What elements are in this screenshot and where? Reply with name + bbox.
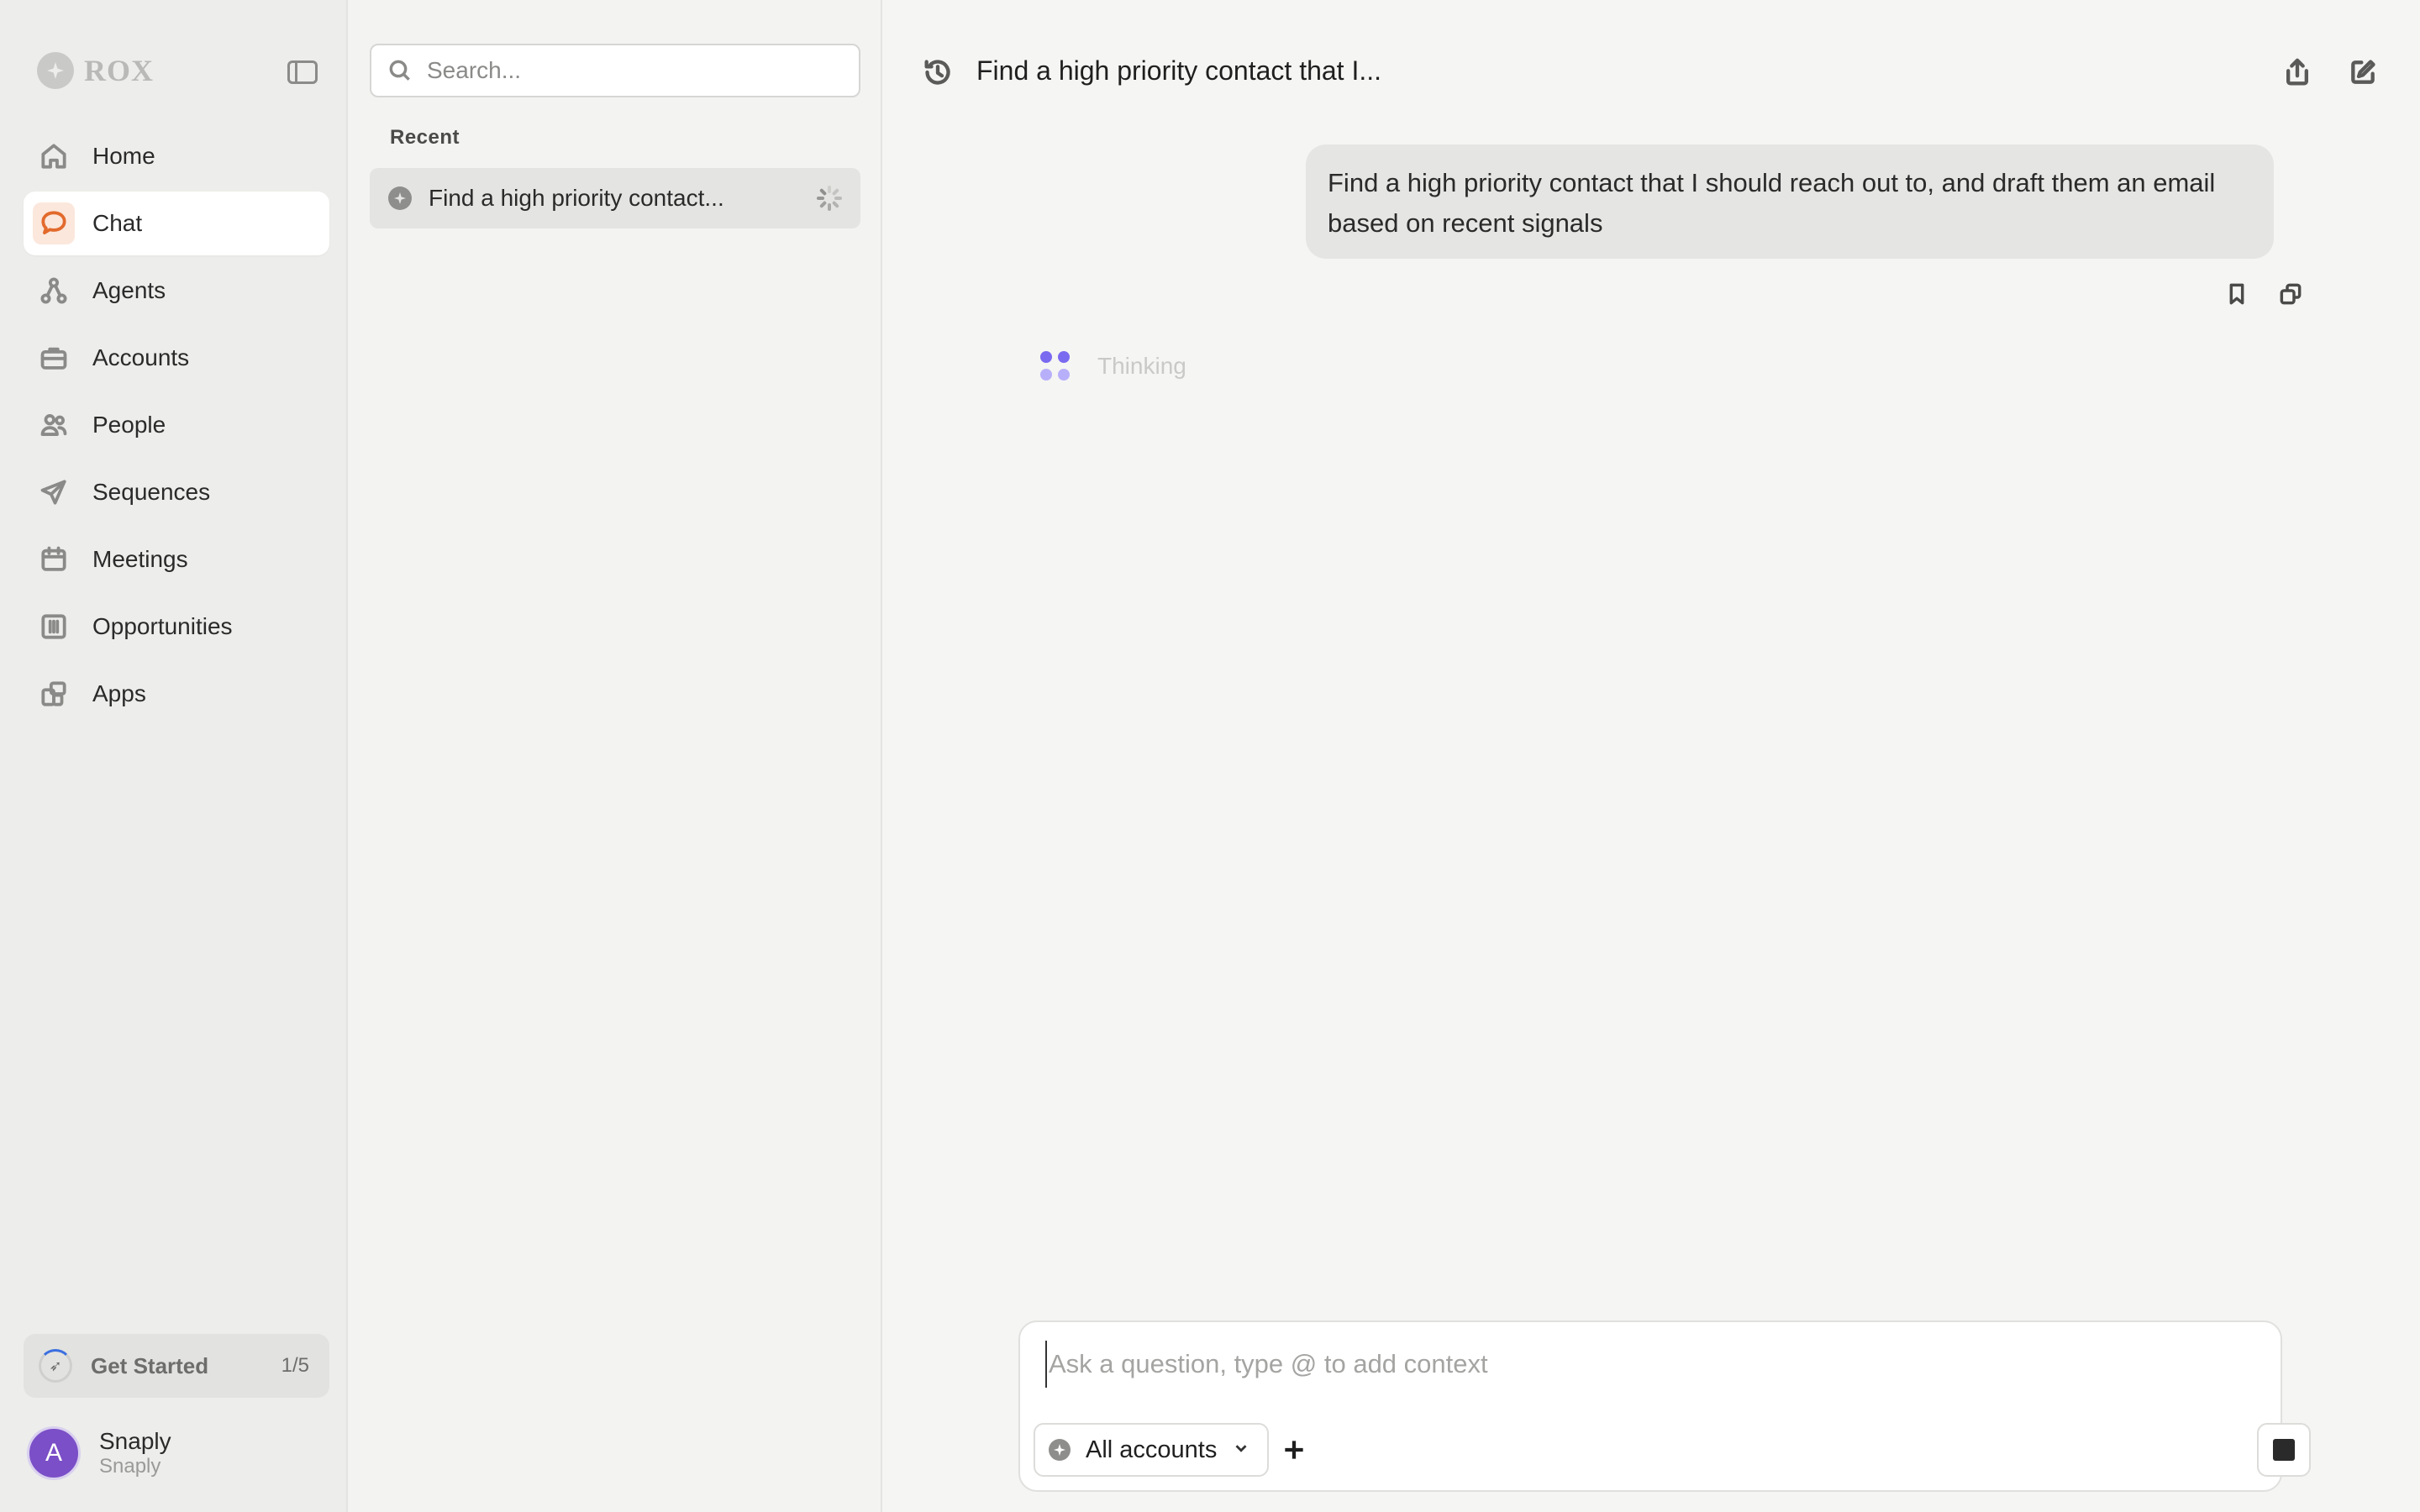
chat-input[interactable] [1045, 1341, 2238, 1388]
people-icon [37, 408, 71, 442]
recent-heading: Recent [390, 126, 460, 149]
sidebar-item-sequences[interactable]: Sequences [24, 460, 329, 524]
chat-bubble-icon [33, 202, 75, 244]
get-started-label: Get Started [91, 1352, 209, 1378]
chat-history-panel: Recent Find a high priority contact... [348, 0, 882, 1512]
sidebar-item-label: Apps [92, 680, 146, 706]
add-context-button[interactable] [1276, 1431, 1313, 1468]
plus-icon [1285, 1441, 1303, 1459]
sidebar-item-home[interactable]: Home [24, 124, 329, 188]
share-icon[interactable] [2281, 55, 2314, 89]
search-input[interactable] [427, 57, 830, 84]
apps-icon [37, 677, 71, 711]
search-icon [389, 60, 410, 81]
paper-plane-icon [37, 475, 71, 509]
chat-composer: All accounts [1018, 1320, 2311, 1492]
loading-spinner-icon [817, 186, 842, 211]
calendar-icon [37, 543, 71, 576]
agents-icon [37, 274, 71, 307]
thinking-dots-icon [1040, 351, 1071, 381]
app-window: ROX Home Chat Agents Accounts People Seq… [0, 0, 2420, 1512]
sidebar-item-label: Agents [92, 277, 166, 303]
sidebar-item-people[interactable]: People [24, 393, 329, 457]
sidebar-item-label: Opportunities [92, 613, 233, 639]
user-profile[interactable]: A Snaply Snaply [27, 1426, 171, 1480]
new-chat-edit-icon[interactable] [2346, 55, 2380, 89]
get-started-count: 1/5 [281, 1354, 309, 1377]
avatar: A [27, 1426, 81, 1480]
sidebar-item-agents[interactable]: Agents [24, 259, 329, 323]
sidebar-item-meetings[interactable]: Meetings [24, 528, 329, 591]
sidebar-item-opportunities[interactable]: Opportunities [24, 595, 329, 659]
briefcase-icon [37, 341, 71, 375]
user-message-bubble: Find a high priority contact that I shou… [1306, 144, 2274, 259]
progress-ring-icon: ➶ [39, 1349, 72, 1383]
sidebar-item-label: Meetings [92, 546, 188, 572]
account-scope-dropdown[interactable]: All accounts [1034, 1423, 1270, 1477]
get-started-button[interactable]: ➶ Get Started 1/5 [24, 1334, 329, 1398]
chat-main: Find a high priority contact that I... F… [882, 0, 2420, 1512]
history-item[interactable]: Find a high priority contact... [370, 168, 860, 228]
rocket-icon: ➶ [49, 1357, 62, 1374]
stop-icon [2273, 1439, 2295, 1461]
rox-star-icon [37, 52, 74, 89]
copy-icon[interactable] [2277, 281, 2307, 311]
sidebar-nav: Home Chat Agents Accounts People Sequenc… [24, 124, 329, 729]
history-item-label: Find a high priority contact... [429, 185, 724, 211]
sidebar-item-accounts[interactable]: Accounts [24, 326, 329, 390]
profile-text: Snaply Snaply [99, 1428, 171, 1478]
sidebar-item-chat[interactable]: Chat [24, 192, 329, 255]
search-field[interactable] [370, 44, 860, 97]
sidebar-toggle-icon[interactable] [287, 60, 318, 84]
sidebar-item-label: People [92, 412, 166, 438]
home-icon [37, 139, 71, 173]
stop-generation-button[interactable] [2257, 1423, 2311, 1477]
thinking-label: Thinking [1097, 353, 1186, 379]
brand[interactable]: ROX [37, 52, 154, 89]
bookmark-icon[interactable] [2223, 281, 2254, 311]
sidebar-item-apps[interactable]: Apps [24, 662, 329, 726]
profile-name: Snaply [99, 1428, 171, 1454]
history-clock-icon[interactable] [921, 55, 955, 89]
chat-title: Find a high priority contact that I... [976, 55, 1382, 86]
sidebar-item-label: Home [92, 143, 155, 169]
columns-icon [37, 610, 71, 643]
sidebar-item-label: Accounts [92, 344, 190, 370]
sidebar: ROX Home Chat Agents Accounts People Seq… [0, 0, 348, 1512]
sidebar-item-label: Sequences [92, 479, 211, 505]
rox-star-icon [388, 186, 412, 210]
brand-name: ROX [84, 54, 154, 87]
sidebar-item-label: Chat [92, 210, 143, 236]
rox-star-icon [1049, 1439, 1071, 1461]
profile-org: Snaply [99, 1455, 161, 1478]
thinking-indicator: Thinking [1040, 351, 1186, 381]
chevron-down-icon [1232, 1439, 1250, 1462]
scope-label: All accounts [1086, 1436, 1218, 1463]
